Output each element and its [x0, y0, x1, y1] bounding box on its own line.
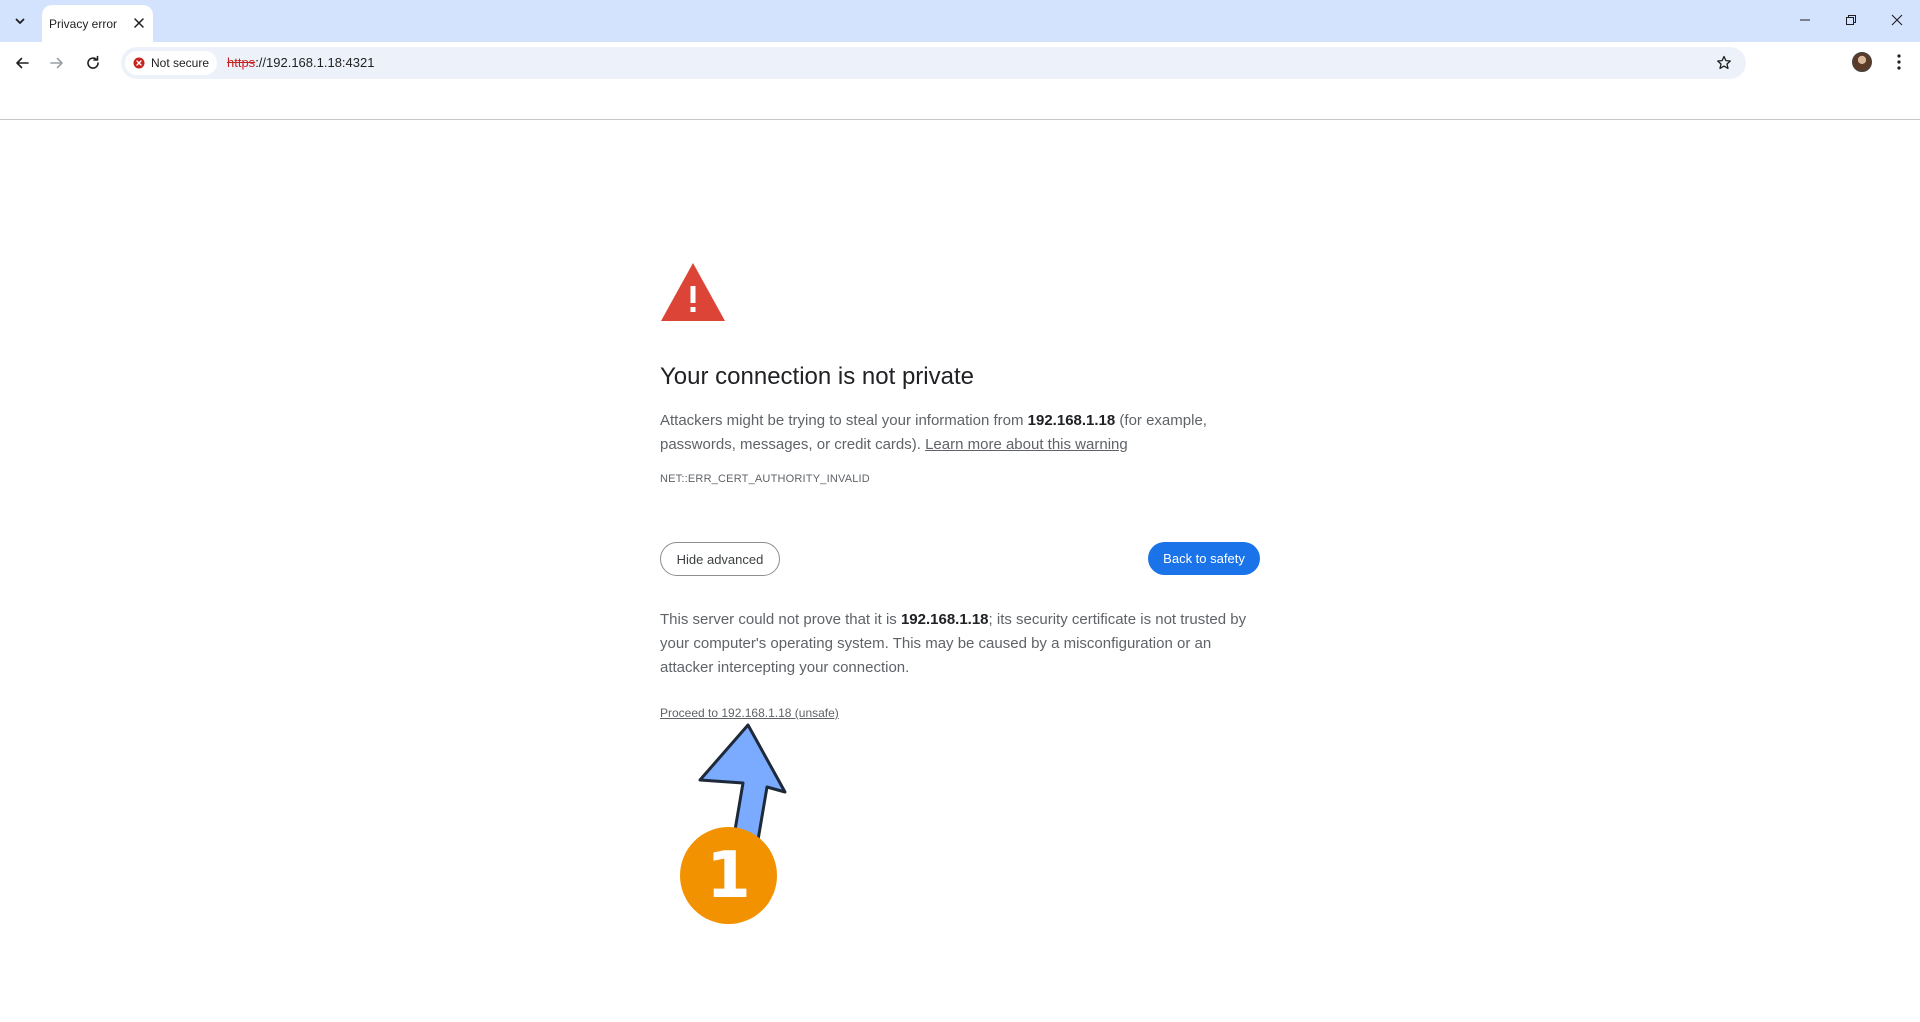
tab-title: Privacy error — [49, 16, 118, 31]
window-close-button[interactable] — [1874, 0, 1920, 40]
tab-close-button[interactable] — [131, 15, 147, 31]
security-chip[interactable]: Not secure — [125, 51, 217, 75]
tab-privacy-error[interactable]: Privacy error — [42, 5, 153, 42]
explanation-text: Attackers might be trying to steal your … — [660, 409, 1260, 457]
restore-button[interactable] — [1828, 0, 1874, 40]
security-label: Not secure — [151, 56, 210, 70]
chevron-down-icon — [15, 18, 25, 24]
tab-search-button[interactable] — [5, 8, 35, 34]
minimize-icon — [1800, 19, 1810, 21]
back-to-safety-button[interactable]: Back to safety — [1148, 542, 1260, 575]
bookmark-button[interactable] — [1712, 51, 1736, 75]
close-icon — [1891, 14, 1903, 26]
details-host: 192.168.1.18 — [900, 611, 989, 628]
step-badge: 1 — [680, 827, 777, 924]
details-text: This server could not prove that it is 1… — [660, 608, 1260, 680]
details-prefix: This server could not prove that it is — [660, 611, 901, 628]
reload-icon — [87, 55, 99, 69]
arrow-right-icon — [50, 57, 63, 69]
close-icon — [134, 18, 144, 28]
error-code: NET::ERR_CERT_AUTHORITY_INVALID — [660, 473, 870, 485]
arrow-left-icon — [16, 57, 29, 69]
explanation-prefix: Attackers might be trying to steal your … — [660, 412, 1028, 429]
page-title: Your connection is not private — [660, 363, 974, 390]
forward-button[interactable] — [41, 47, 73, 79]
proceed-unsafe-link[interactable]: Proceed to 192.168.1.18 (unsafe) — [660, 706, 839, 720]
explanation-host: 192.168.1.18 — [1027, 412, 1116, 429]
toolbar: Not secure https://192.168.1.18:4321 — [0, 42, 1920, 84]
back-button[interactable] — [6, 47, 38, 79]
url-host: ://192.168.1.18:4321 — [255, 55, 375, 70]
learn-more-link[interactable]: Learn more about this warning — [925, 436, 1128, 453]
hide-advanced-button[interactable]: Hide advanced — [660, 542, 780, 576]
warning-icon — [661, 263, 725, 321]
address-bar[interactable]: Not secure https://192.168.1.18:4321 — [121, 47, 1746, 79]
not-secure-icon — [133, 57, 145, 69]
more-vertical-icon — [1897, 54, 1901, 70]
toolbar-divider — [0, 119, 1920, 120]
profile-avatar[interactable] — [1852, 52, 1872, 72]
annotation-arrow-icon — [698, 723, 787, 840]
reload-button[interactable] — [77, 47, 109, 79]
url-text[interactable]: https://192.168.1.18:4321 — [227, 55, 374, 70]
star-icon — [1717, 55, 1731, 70]
url-scheme: https — [227, 55, 256, 70]
restore-icon — [1846, 15, 1856, 25]
tab-strip: Privacy error — [0, 0, 1920, 42]
minimize-button[interactable] — [1782, 0, 1828, 40]
menu-button[interactable] — [1884, 47, 1914, 77]
